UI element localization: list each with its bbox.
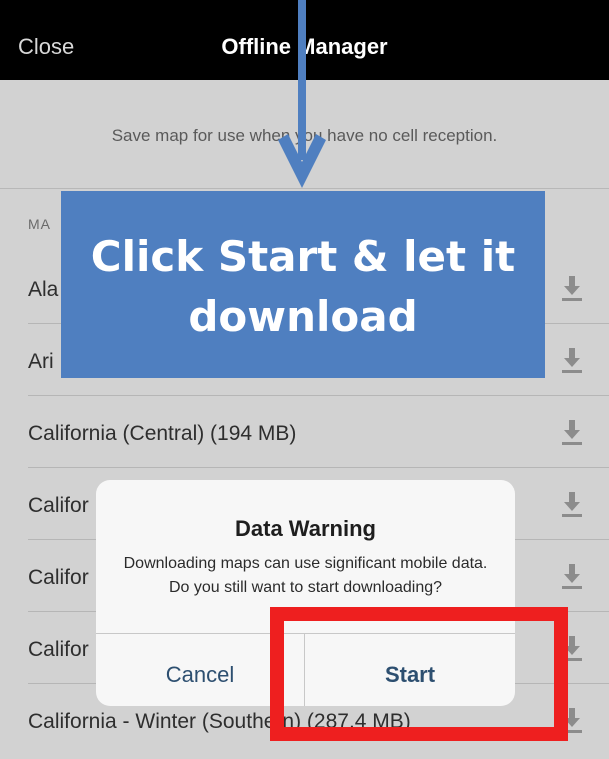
start-highlight-box [270, 607, 568, 741]
map-label: Califor [28, 566, 89, 589]
section-header: MA [28, 216, 51, 232]
callout-line-1: Click Start & let it [90, 232, 516, 281]
map-row[interactable]: California (Central) (194 MB) [0, 396, 609, 468]
download-icon[interactable] [560, 346, 584, 374]
instruction-callout: Click Start & let it download [61, 191, 545, 378]
map-label: Califor [28, 638, 89, 661]
download-icon[interactable] [560, 274, 584, 302]
callout-text: Click Start & let it download [61, 227, 545, 347]
download-icon[interactable] [560, 418, 584, 446]
map-label: California (Central) (194 MB) [28, 422, 297, 445]
down-arrow-icon [278, 0, 326, 188]
download-icon[interactable] [560, 562, 584, 590]
dialog-message: Downloading maps can use significant mob… [123, 555, 488, 596]
dialog-title: Data Warning [235, 516, 376, 541]
map-label: Ala [28, 278, 59, 301]
map-label: Califor [28, 494, 89, 517]
map-label: Ari [28, 350, 54, 373]
download-icon[interactable] [560, 490, 584, 518]
callout-line-2: download [188, 292, 418, 341]
